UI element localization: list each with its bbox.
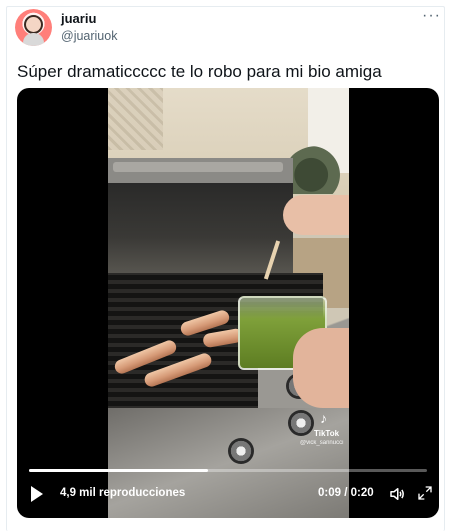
video-frame[interactable]: ♪ TikTok @vick_sannucci	[108, 88, 349, 518]
tweet-text: Súper dramaticcccc te lo robo para mi bi…	[17, 62, 382, 81]
user-handle[interactable]: @juariuok	[61, 29, 117, 43]
view-count: 4,9 mil reproducciones	[60, 487, 186, 499]
video-time: 0:09 / 0:20	[318, 487, 374, 499]
tiktok-user: @vick_sannucci	[300, 440, 344, 446]
progress-bar[interactable]	[29, 469, 427, 472]
fullscreen-icon[interactable]	[417, 485, 433, 501]
display-name[interactable]: juariu	[61, 11, 96, 26]
more-icon[interactable]: ···	[422, 7, 441, 25]
volume-icon[interactable]	[388, 485, 406, 503]
video-player[interactable]: ♪ TikTok @vick_sannucci 4,9 mil reproduc…	[17, 88, 439, 518]
avatar[interactable]	[15, 9, 52, 46]
tiktok-watermark: TikTok	[314, 429, 340, 438]
play-icon[interactable]	[31, 486, 43, 502]
progress-fill	[29, 469, 209, 472]
video-controls: 4,9 mil reproducciones 0:09 / 0:20	[17, 476, 439, 516]
tiktok-icon: ♪	[320, 410, 327, 426]
